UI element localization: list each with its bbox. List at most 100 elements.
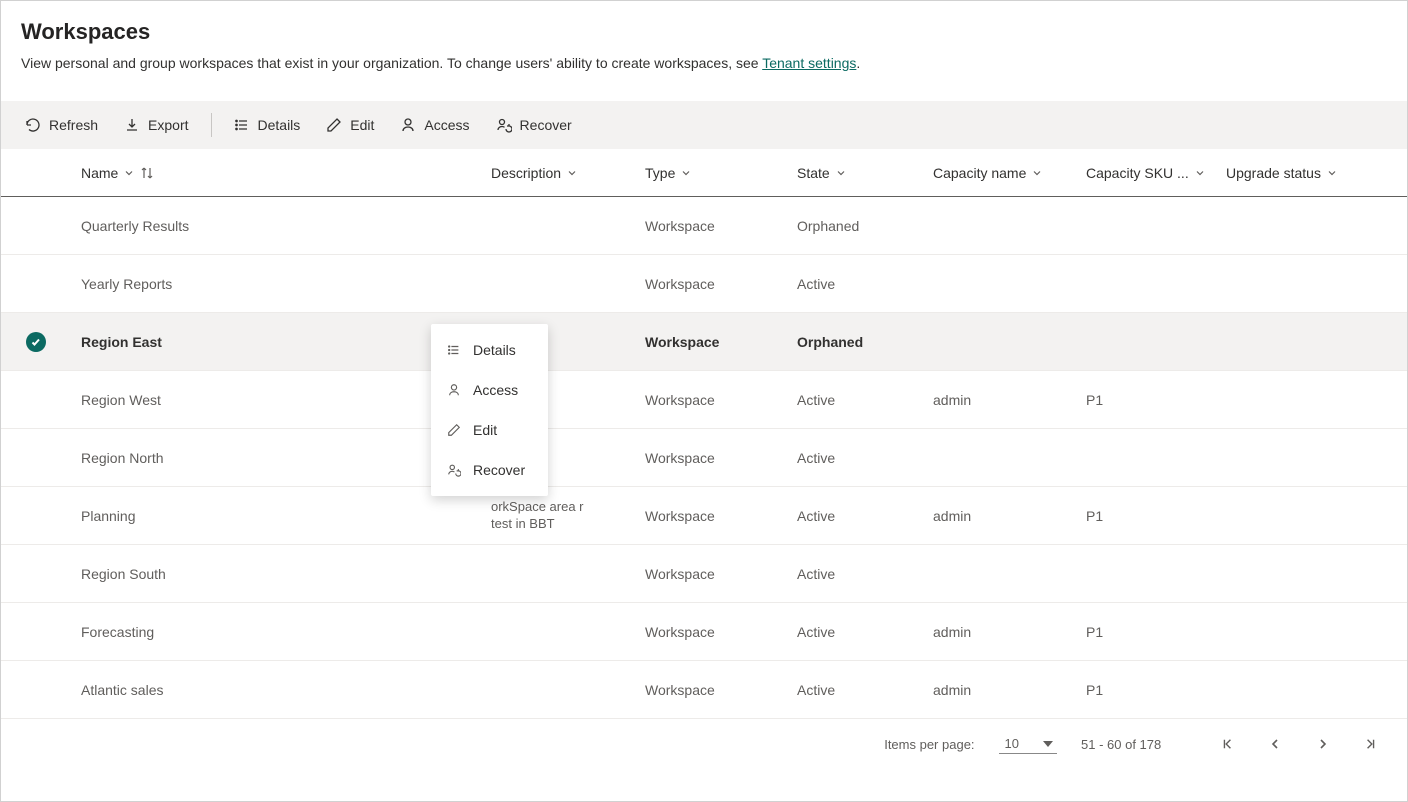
column-upgrade-status[interactable]: Upgrade status bbox=[1226, 165, 1366, 181]
access-button[interactable]: Access bbox=[390, 111, 479, 139]
cell-state: Orphaned bbox=[797, 334, 933, 350]
cell-capacity-name: admin bbox=[933, 508, 1086, 524]
cell-type: Workspace bbox=[645, 392, 797, 408]
items-per-page-label: Items per page: bbox=[884, 737, 974, 752]
cell-capacity-sku: P1 bbox=[1086, 624, 1226, 640]
cell-name: Forecasting bbox=[71, 624, 491, 640]
cell-state: Active bbox=[797, 682, 933, 698]
table-row[interactable]: Region West WorkspaceActiveadminP1 bbox=[1, 371, 1407, 429]
cell-capacity-sku: P1 bbox=[1086, 392, 1226, 408]
menu-item-edit[interactable]: Edit bbox=[431, 410, 548, 450]
checkmark-icon bbox=[26, 332, 46, 352]
pencil-icon bbox=[447, 423, 461, 437]
cell-description: orkSpace area r test in BBT bbox=[491, 499, 645, 533]
table-row[interactable]: Region SouthWorkspaceActive bbox=[1, 545, 1407, 603]
cell-type: Workspace bbox=[645, 450, 797, 466]
chevron-down-icon bbox=[124, 168, 134, 178]
cell-name: Region North bbox=[71, 450, 491, 466]
column-capacity-sku[interactable]: Capacity SKU ... bbox=[1086, 165, 1226, 181]
menu-item-edit-label: Edit bbox=[473, 422, 497, 438]
edit-button[interactable]: Edit bbox=[316, 111, 384, 139]
workspace-name: Region North bbox=[81, 450, 164, 466]
person-icon bbox=[400, 117, 416, 133]
menu-item-recover-label: Recover bbox=[473, 462, 525, 478]
chevron-down-icon bbox=[567, 168, 577, 178]
toolbar: Refresh Export Details Edit Access Recov… bbox=[1, 101, 1407, 149]
workspace-name: Quarterly Results bbox=[81, 218, 189, 234]
cell-name: Planning bbox=[71, 508, 491, 524]
refresh-button[interactable]: Refresh bbox=[15, 111, 108, 139]
recover-button[interactable]: Recover bbox=[486, 111, 582, 139]
cell-capacity-name: admin bbox=[933, 392, 1086, 408]
column-capacity-name[interactable]: Capacity name bbox=[933, 165, 1086, 181]
tenant-settings-link[interactable]: Tenant settings bbox=[762, 55, 856, 71]
table-row[interactable]: Yearly Reports WorkspaceActive bbox=[1, 255, 1407, 313]
last-page-icon bbox=[1365, 737, 1377, 751]
details-label: Details bbox=[258, 117, 301, 133]
column-description-label: Description bbox=[491, 165, 561, 181]
cell-capacity-sku: P1 bbox=[1086, 508, 1226, 524]
page-subtitle: View personal and group workspaces that … bbox=[21, 55, 1387, 71]
prev-page-button[interactable] bbox=[1263, 732, 1287, 756]
table-row[interactable]: Quarterly ResultsWorkspaceOrphaned bbox=[1, 197, 1407, 255]
table-row[interactable]: Region EastWorkspaceOrphaned bbox=[1, 313, 1407, 371]
cell-type: Workspace bbox=[645, 334, 797, 350]
person-icon bbox=[447, 383, 461, 397]
first-page-button[interactable] bbox=[1215, 732, 1239, 756]
workspace-name: Region West bbox=[81, 392, 161, 408]
access-label: Access bbox=[424, 117, 469, 133]
table-header-row: Name Description Type State Capacity nam… bbox=[1, 149, 1407, 197]
column-description[interactable]: Description bbox=[491, 165, 645, 181]
column-name[interactable]: Name bbox=[71, 165, 491, 181]
menu-item-access[interactable]: Access bbox=[431, 370, 548, 410]
cell-capacity-name: admin bbox=[933, 624, 1086, 640]
column-state-label: State bbox=[797, 165, 830, 181]
workspace-name: Yearly Reports bbox=[81, 276, 172, 292]
cell-capacity-name: admin bbox=[933, 682, 1086, 698]
chevron-down-icon bbox=[1195, 168, 1205, 178]
column-type[interactable]: Type bbox=[645, 165, 797, 181]
table-row[interactable]: ForecastingWorkspaceActiveadminP1 bbox=[1, 603, 1407, 661]
subtitle-text: View personal and group workspaces that … bbox=[21, 55, 762, 71]
column-upgrade-status-label: Upgrade status bbox=[1226, 165, 1321, 181]
row-context-menu: Details Access Edit Recover bbox=[431, 324, 548, 496]
next-page-button[interactable] bbox=[1311, 732, 1335, 756]
chevron-right-icon bbox=[1317, 738, 1329, 750]
list-icon bbox=[234, 117, 250, 133]
menu-item-access-label: Access bbox=[473, 382, 518, 398]
toolbar-divider bbox=[211, 113, 212, 137]
workspace-name: Region South bbox=[81, 566, 166, 582]
menu-item-recover[interactable]: Recover bbox=[431, 450, 548, 490]
cell-name: Yearly Reports bbox=[71, 276, 491, 292]
cell-type: Workspace bbox=[645, 508, 797, 524]
pencil-icon bbox=[326, 117, 342, 133]
column-state[interactable]: State bbox=[797, 165, 933, 181]
last-page-button[interactable] bbox=[1359, 732, 1383, 756]
menu-item-details-label: Details bbox=[473, 342, 516, 358]
cell-state: Active bbox=[797, 508, 933, 524]
workspace-name: Forecasting bbox=[81, 624, 154, 640]
items-per-page-value: 10 bbox=[1005, 736, 1019, 751]
table-row[interactable]: PlanningorkSpace area r test in BBTWorks… bbox=[1, 487, 1407, 545]
cell-type: Workspace bbox=[645, 276, 797, 292]
export-button[interactable]: Export bbox=[114, 111, 198, 139]
cell-state: Active bbox=[797, 276, 933, 292]
cell-state: Active bbox=[797, 392, 933, 408]
cell-name: Region South bbox=[71, 566, 491, 582]
chevron-down-icon bbox=[681, 168, 691, 178]
cell-name: Region West bbox=[71, 392, 491, 408]
chevron-down-icon bbox=[1327, 168, 1337, 178]
row-checkbox[interactable] bbox=[1, 332, 71, 352]
table-row[interactable]: Atlantic salesWorkspaceActiveadminP1 bbox=[1, 661, 1407, 719]
table-row[interactable]: Region North WorkspaceActive bbox=[1, 429, 1407, 487]
column-capacity-sku-label: Capacity SKU ... bbox=[1086, 165, 1189, 181]
cell-state: Active bbox=[797, 624, 933, 640]
items-per-page-select[interactable]: 10 bbox=[999, 734, 1057, 754]
subtitle-suffix: . bbox=[856, 55, 860, 71]
cell-state: Active bbox=[797, 450, 933, 466]
sort-icon bbox=[140, 166, 154, 180]
recover-icon bbox=[496, 117, 512, 133]
chevron-down-icon bbox=[1032, 168, 1042, 178]
details-button[interactable]: Details bbox=[224, 111, 311, 139]
menu-item-details[interactable]: Details bbox=[431, 330, 548, 370]
